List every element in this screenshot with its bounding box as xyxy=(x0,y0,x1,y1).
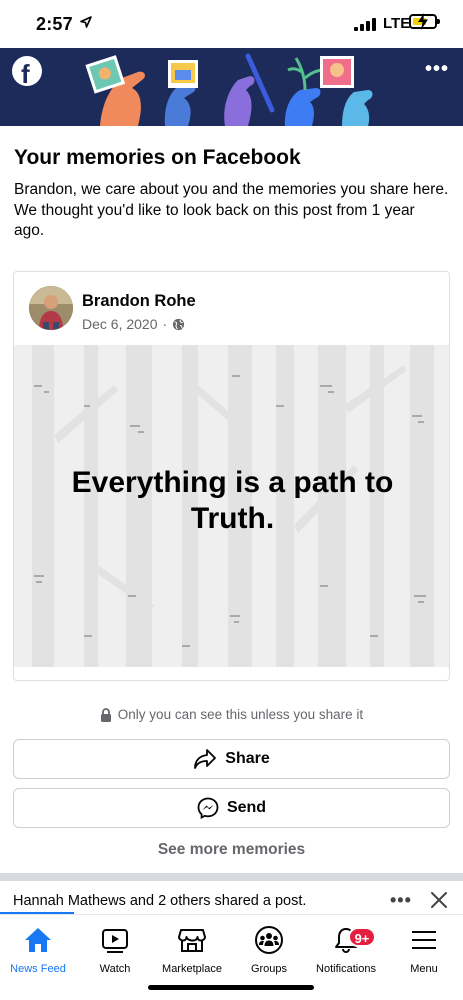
more-options-icon[interactable]: ••• xyxy=(425,58,449,81)
globe-icon xyxy=(173,318,185,330)
notification-badge: 9+ xyxy=(348,927,376,947)
section-divider xyxy=(0,873,463,881)
page-title: Your memories on Facebook xyxy=(14,146,301,169)
tab-label: Marketplace xyxy=(162,963,222,975)
lock-icon xyxy=(100,707,111,722)
meta-separator: · xyxy=(162,316,168,332)
see-more-memories-link[interactable]: See more memories xyxy=(0,841,463,859)
banner-illustration xyxy=(85,53,373,126)
tab-news-feed[interactable]: News Feed xyxy=(0,923,78,975)
share-button[interactable]: Share xyxy=(13,739,450,779)
tab-label: Watch xyxy=(99,963,131,975)
tab-label: Notifications xyxy=(316,963,376,975)
battery-charging-icon xyxy=(409,13,440,30)
tab-notifications[interactable]: 9+ Notifications xyxy=(306,923,386,975)
tab-watch[interactable]: Watch xyxy=(75,923,155,975)
send-button[interactable]: Send xyxy=(13,788,450,828)
tab-label: News Feed xyxy=(10,963,66,975)
status-time: 2:57 xyxy=(36,14,73,34)
messenger-icon xyxy=(197,797,219,819)
signal-icon xyxy=(354,18,376,31)
memories-banner: f ••• xyxy=(0,48,463,126)
notification-strip[interactable]: Hannah Mathews and 2 others shared a pos… xyxy=(0,881,463,915)
memories-description: Brandon, we care about you and the memor… xyxy=(14,181,449,239)
post-date[interactable]: Dec 6, 2020 xyxy=(82,316,158,332)
notification-more-icon[interactable]: ••• xyxy=(390,890,412,911)
memory-post-card[interactable]: Brandon Rohe Dec 6, 2020 · Everything is… xyxy=(13,271,450,681)
post-text: Everything is a path to Truth. xyxy=(71,466,394,535)
tab-label: Groups xyxy=(250,963,288,975)
post-background-image[interactable]: Everything is a path to Truth. xyxy=(14,345,449,667)
marketplace-icon xyxy=(178,929,206,952)
home-indicator[interactable] xyxy=(148,985,314,990)
tab-groups[interactable]: Groups xyxy=(229,923,309,975)
post-meta: Dec 6, 2020 · xyxy=(82,316,185,332)
tab-label: Menu xyxy=(410,963,438,975)
menu-icon xyxy=(412,931,436,949)
privacy-text: Only you can see this unless you share i… xyxy=(117,707,364,722)
notification-text[interactable]: Hannah Mathews and 2 others shared a pos… xyxy=(13,893,306,909)
privacy-note: Only you can see this unless you share i… xyxy=(0,707,463,722)
post-author[interactable]: Brandon Rohe xyxy=(82,292,196,311)
network-type: LTE xyxy=(383,15,411,32)
share-icon xyxy=(194,749,217,769)
tab-marketplace[interactable]: Marketplace xyxy=(152,923,232,975)
close-icon[interactable] xyxy=(430,891,448,909)
send-label: Send xyxy=(226,799,267,816)
avatar[interactable] xyxy=(29,286,73,330)
share-label: Share xyxy=(225,750,270,767)
location-arrow-icon xyxy=(80,16,92,28)
facebook-logo-icon[interactable]: f xyxy=(12,56,42,89)
groups-icon xyxy=(255,926,283,954)
tab-menu[interactable]: Menu xyxy=(384,923,463,975)
watch-icon xyxy=(102,929,128,953)
home-icon xyxy=(25,928,51,952)
status-bar: 2:57 LTE xyxy=(0,0,463,48)
